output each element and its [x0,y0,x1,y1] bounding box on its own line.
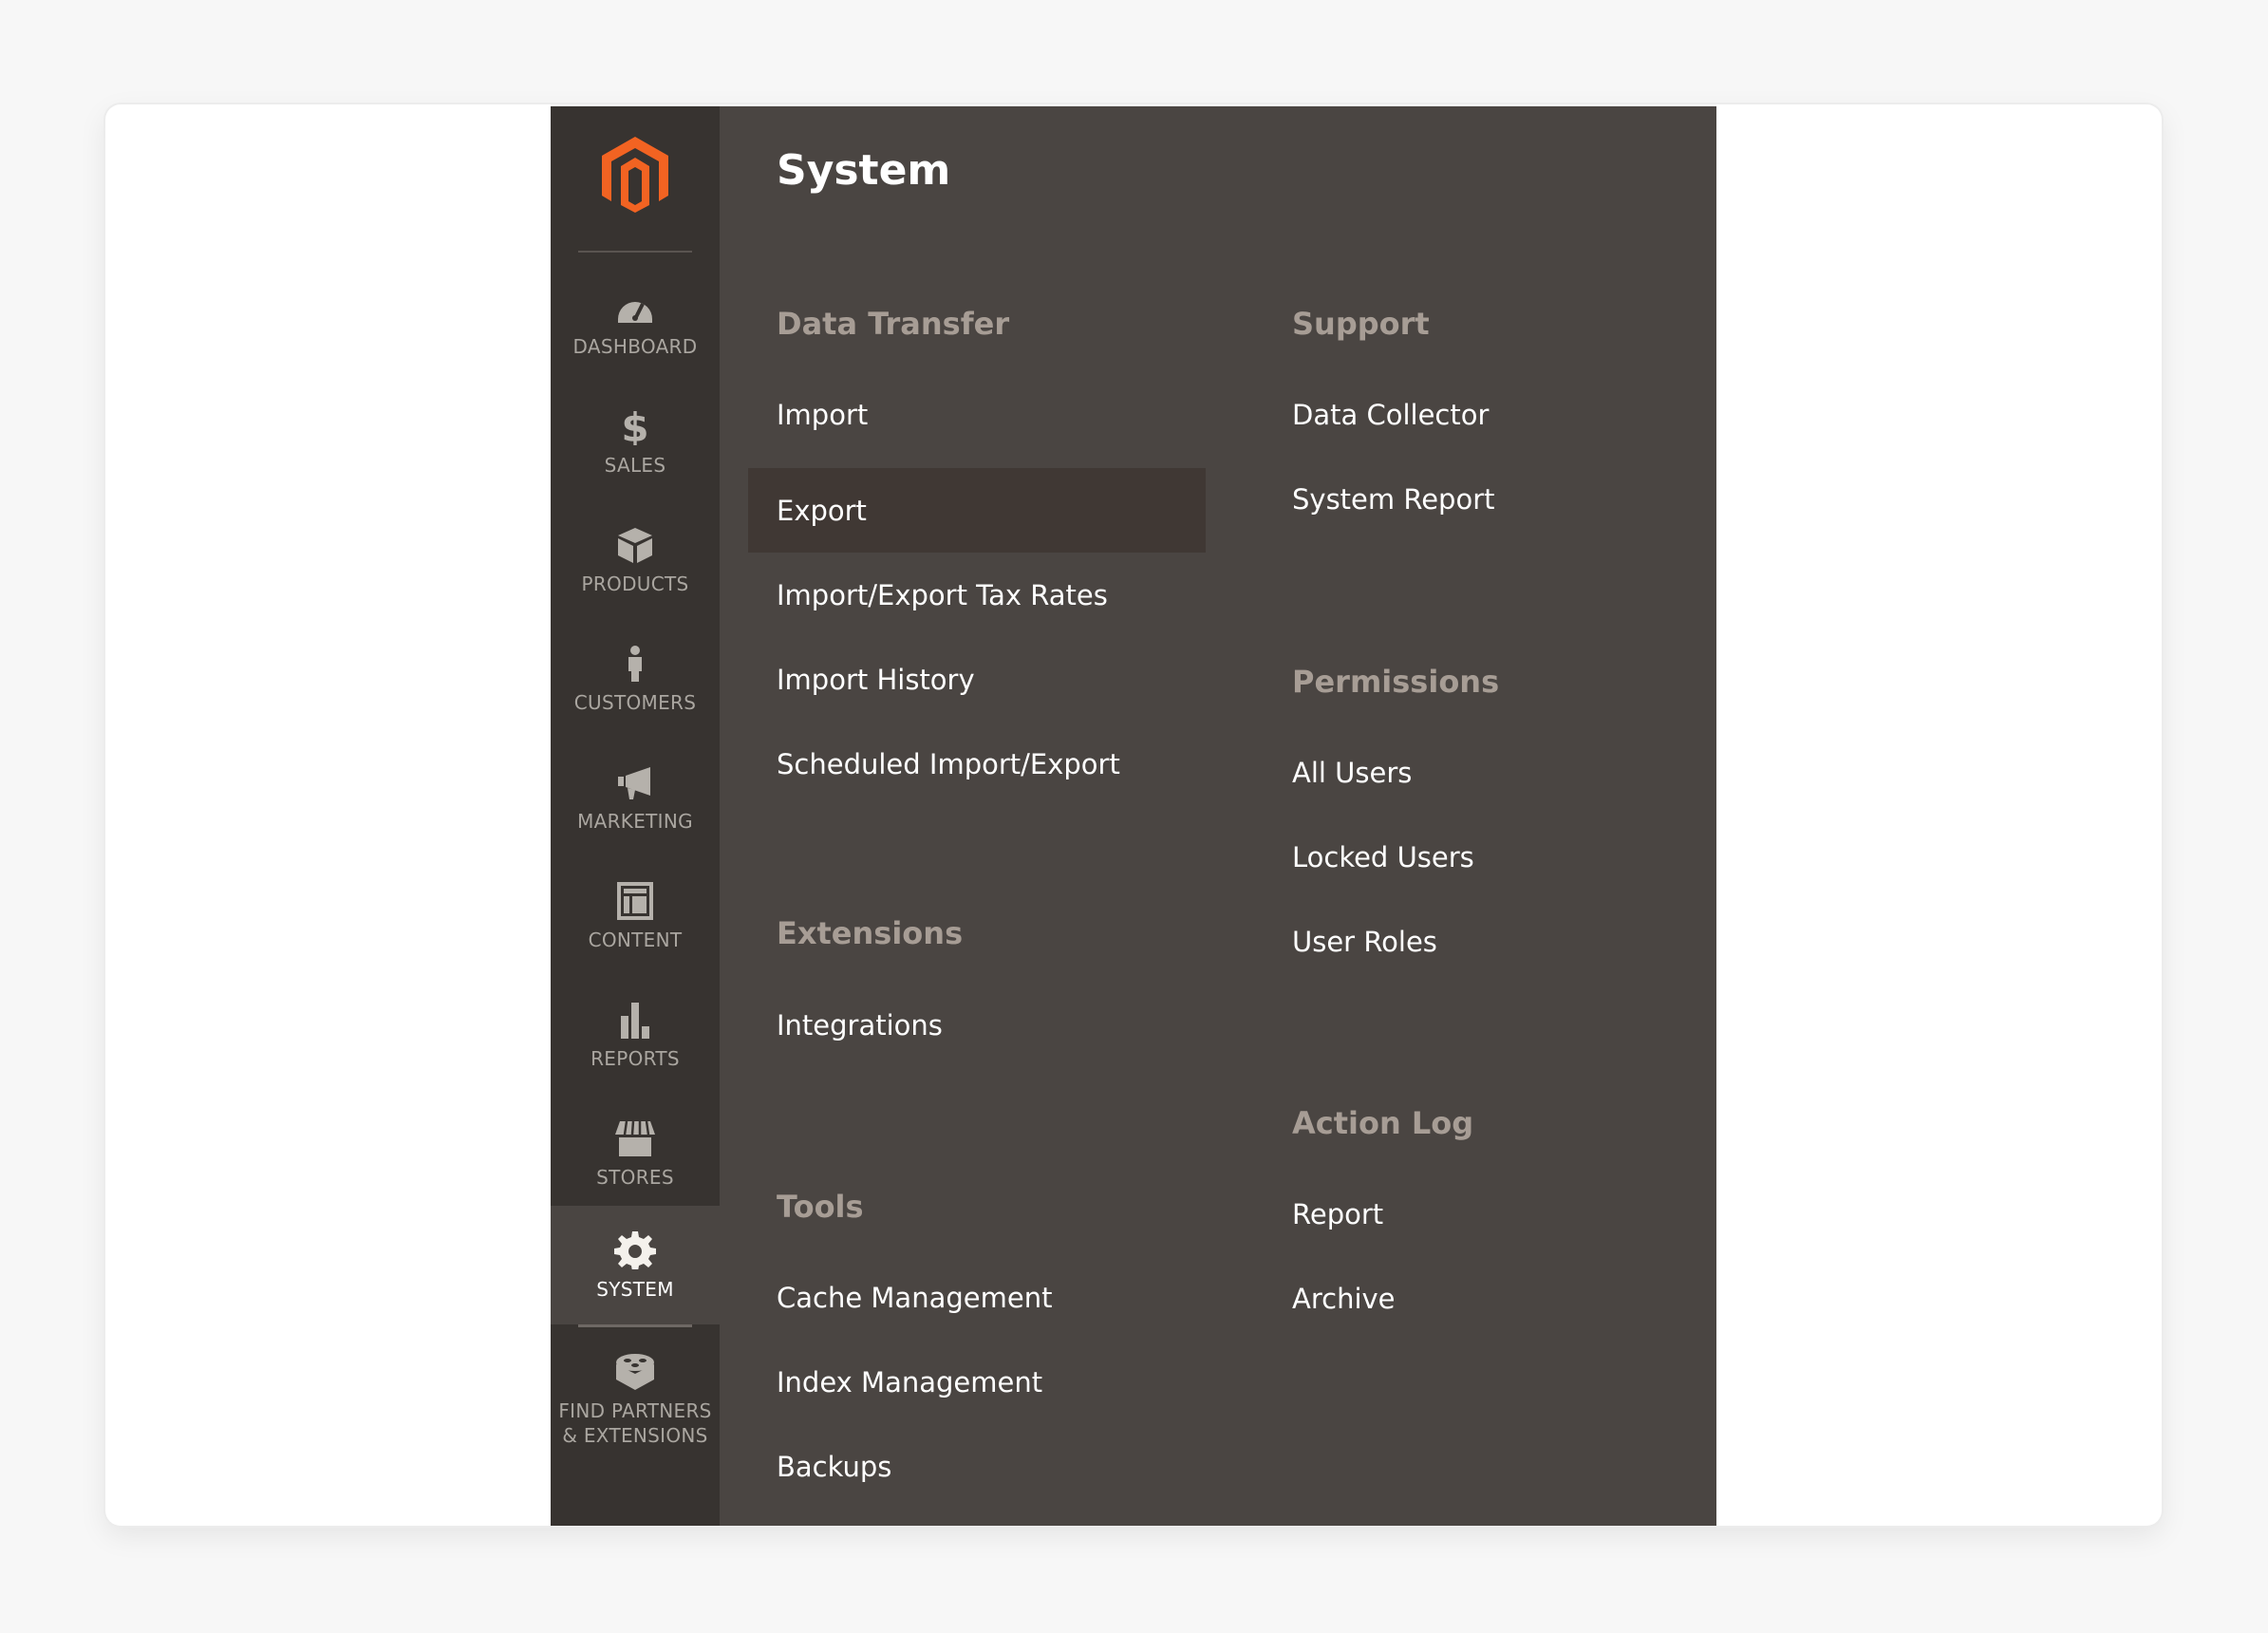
menu-link-data-collector[interactable]: Data Collector [1264,372,1489,457]
system-menu-panel: System Data Transfer Import Export Impor… [720,106,1716,1526]
menu-link-import[interactable]: Import [748,372,868,457]
menu-link-integrations[interactable]: Integrations [748,983,943,1067]
nav-label: MARKETING [577,809,693,833]
magento-logo-icon [602,137,668,213]
nav-label: CONTENT [588,928,683,951]
nav-label: REPORTS [590,1046,680,1070]
logo-divider [578,251,692,253]
nav-marketing[interactable]: MARKETING [551,738,720,856]
lego-brick-icon [613,1351,657,1393]
menu-link-import-export-tax-rates[interactable]: Import/Export Tax Rates [748,553,1108,637]
logo[interactable] [551,106,720,251]
svg-text:$: $ [621,407,648,445]
section-title-support: Support [1292,306,1430,342]
dashboard-gauge-icon [613,287,657,328]
nav-label: SYSTEM [596,1277,674,1301]
nav-customers[interactable]: CUSTOMERS [551,619,720,738]
nav-label: CUSTOMERS [573,690,697,714]
section-title-data-transfer: Data Transfer [777,306,1010,342]
nav-content[interactable]: CONTENT [551,856,720,975]
nav-system[interactable]: SYSTEM [551,1206,720,1324]
box-icon [613,524,657,566]
menu-link-archive[interactable]: Archive [1264,1256,1396,1341]
nav-reports[interactable]: REPORTS [551,975,720,1094]
menu-link-index-management[interactable]: Index Management [748,1340,1042,1424]
person-icon [613,643,657,685]
menu-link-cache-management[interactable]: Cache Management [748,1255,1052,1340]
menu-link-system-report[interactable]: System Report [1264,457,1495,541]
nav-label: PRODUCTS [581,572,689,595]
storefront-icon [613,1117,657,1159]
nav-sales[interactable]: $ SALES [551,382,720,500]
nav-divider [578,1324,692,1327]
gear-icon [613,1229,657,1271]
section-title-permissions: Permissions [1292,664,1500,700]
section-title-extensions: Extensions [777,915,964,951]
menu-link-backups[interactable]: Backups [748,1424,891,1509]
dollar-icon: $ [613,405,657,447]
menu-link-export[interactable]: Export [748,468,1206,553]
nav-stores[interactable]: STORES [551,1094,720,1212]
nav-products[interactable]: PRODUCTS [551,500,720,619]
menu-link-user-roles[interactable]: User Roles [1264,899,1437,984]
layout-icon [613,880,657,922]
menu-link-action-log-report[interactable]: Report [1264,1172,1383,1256]
menu-link-import-history[interactable]: Import History [748,637,975,722]
bar-chart-icon [613,999,657,1041]
nav-label: SALES [604,453,666,477]
admin-sidebar: DASHBOARD $ SALES PRODUCTS CUSTOMERS MAR… [551,106,720,1526]
section-title-action-log: Action Log [1292,1105,1474,1141]
menu-link-all-users[interactable]: All Users [1264,730,1412,815]
menu-link-locked-users[interactable]: Locked Users [1264,815,1474,899]
panel-title: System [777,146,951,195]
menu-link-scheduled-import-export[interactable]: Scheduled Import/Export [748,722,1120,806]
nav-label: DASHBOARD [572,334,698,358]
section-title-tools: Tools [777,1189,864,1225]
nav-dashboard[interactable]: DASHBOARD [551,263,720,382]
nav-find-partners[interactable]: FIND PARTNERS & EXTENSIONS [551,1333,720,1466]
nav-label: FIND PARTNERS [558,1399,712,1422]
nav-label-line2: & EXTENSIONS [562,1424,708,1447]
screenshot-card: DASHBOARD $ SALES PRODUCTS CUSTOMERS MAR… [105,104,2162,1526]
megaphone-icon [613,761,657,803]
nav-label: STORES [596,1165,674,1189]
